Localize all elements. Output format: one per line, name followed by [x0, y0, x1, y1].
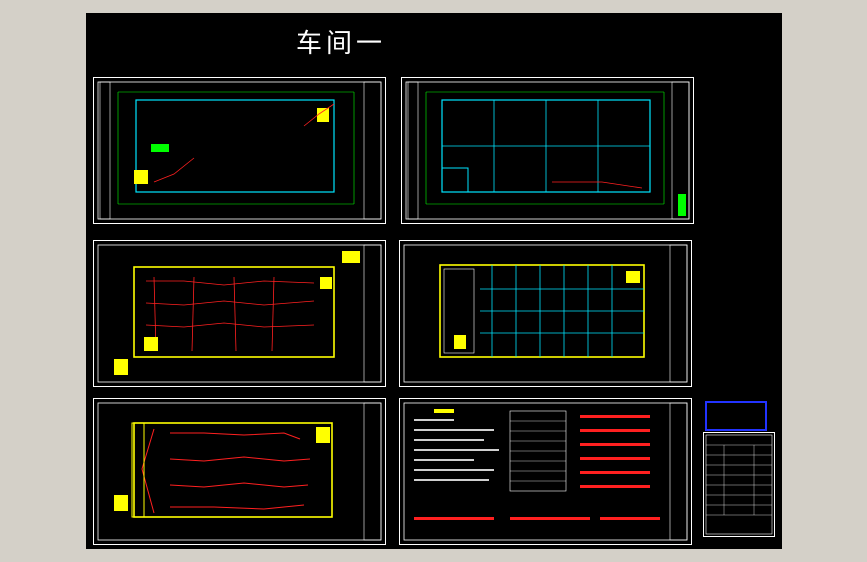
- design-notes-drawing: [403, 402, 688, 541]
- drawing-title: 车间一: [296, 29, 387, 59]
- sheet-design-notes[interactable]: [399, 398, 692, 545]
- schedule-table-grid: [705, 434, 773, 535]
- design-stamp: [705, 401, 767, 431]
- sheet-site-plan[interactable]: [93, 77, 386, 224]
- site-plan-drawing: [97, 81, 382, 220]
- sheet-layout-plan[interactable]: [399, 240, 692, 387]
- lighting-plan-drawing: [97, 244, 382, 383]
- sheet-lighting-plan[interactable]: [93, 240, 386, 387]
- drawing-schedule-table: [703, 432, 775, 537]
- grid-plan-drawing: [405, 81, 690, 220]
- power-plan-drawing: [97, 402, 382, 541]
- sheet-grid-plan[interactable]: [401, 77, 694, 224]
- sheet-power-plan[interactable]: [93, 398, 386, 545]
- layout-plan-drawing: [403, 244, 688, 383]
